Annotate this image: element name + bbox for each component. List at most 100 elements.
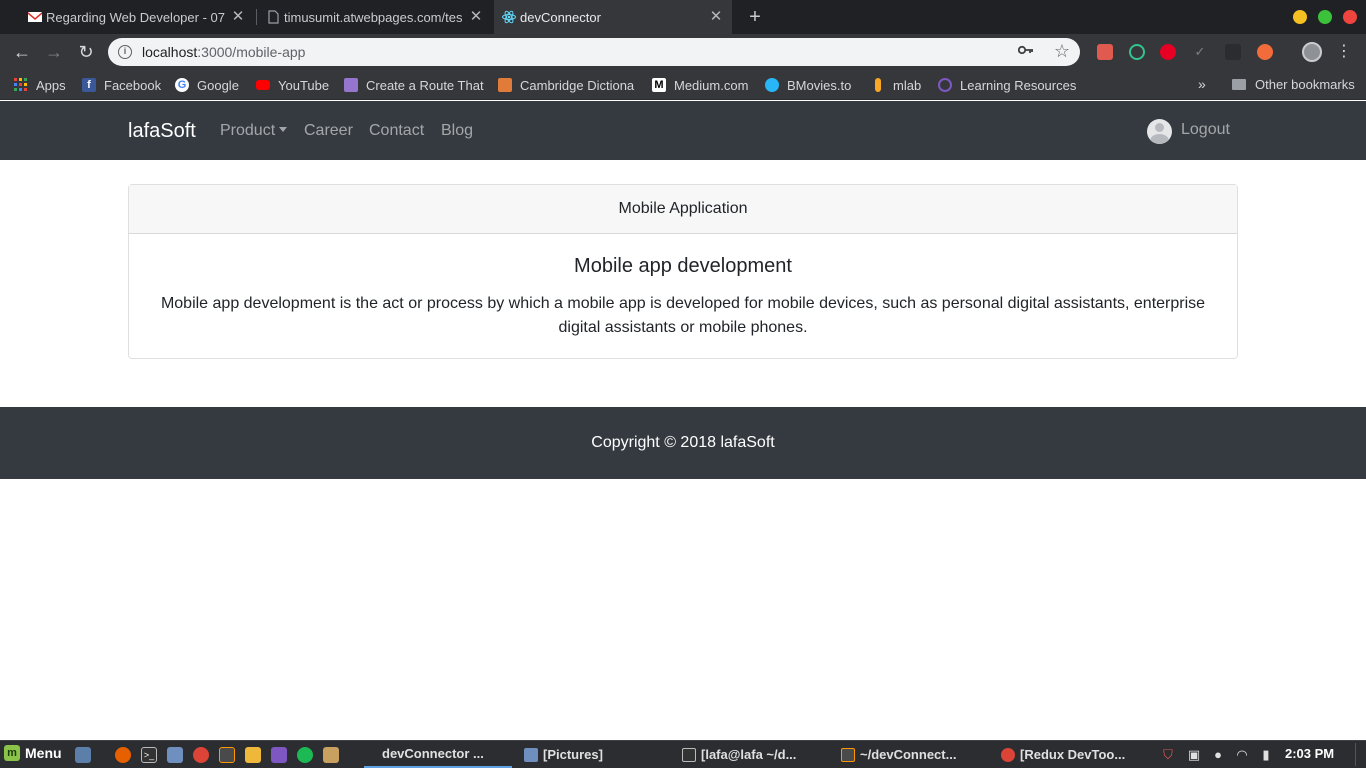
page-icon [266, 10, 280, 24]
maximize-button[interactable] [1318, 10, 1332, 24]
bookmark-label: BMovies.to [787, 77, 852, 93]
bookmark-create-route[interactable]: Create a Route That [344, 77, 484, 93]
bookmark-google[interactable]: G Google [175, 77, 239, 93]
nav-blog[interactable]: Blog [441, 122, 473, 140]
profile-avatar[interactable] [1302, 42, 1322, 62]
key-icon[interactable] [1017, 44, 1034, 59]
bookmark-label: Medium.com [674, 77, 749, 93]
files-icon[interactable] [167, 747, 183, 763]
start-menu-label: Menu [25, 745, 62, 761]
link-icon [938, 78, 952, 92]
folder-icon[interactable] [245, 747, 261, 763]
bookmark-youtube[interactable]: YouTube [256, 77, 329, 93]
task-pictures[interactable]: [Pictures] [518, 741, 668, 768]
apps-grid-icon [14, 78, 28, 92]
tab-devconnector[interactable]: devConnector ✕ [494, 0, 732, 34]
logout-link[interactable]: Logout [1181, 121, 1230, 139]
close-icon[interactable]: ✕ [468, 9, 484, 25]
clipboard-icon[interactable]: ▣ [1186, 747, 1202, 763]
cloud-icon [344, 78, 358, 92]
checkmark-icon[interactable]: ✓ [1192, 44, 1208, 60]
clock[interactable]: 2:03 PM [1285, 746, 1334, 761]
forward-button[interactable]: → [42, 40, 66, 64]
close-window-button[interactable] [1343, 10, 1357, 24]
video-icon[interactable] [271, 747, 287, 763]
back-button[interactable]: ← [10, 40, 34, 64]
url-text[interactable]: localhost:3000/mobile-app [142, 44, 305, 60]
show-desktop-button[interactable] [1355, 743, 1363, 766]
bookmark-learning-resources[interactable]: Learning Resources [938, 77, 1076, 93]
close-icon[interactable]: ✕ [230, 9, 246, 25]
youtube-icon [256, 80, 270, 90]
chrome-icon[interactable] [193, 747, 209, 763]
battery-icon[interactable]: ▮ [1258, 747, 1274, 763]
bookmark-cambridge[interactable]: Cambridge Dictiona [498, 77, 634, 93]
facebook-icon: f [82, 78, 96, 92]
show-desktop-icon[interactable] [75, 747, 91, 763]
tab-title: devConnector [520, 9, 601, 25]
spotify-icon[interactable] [297, 747, 313, 763]
url-path: :3000/mobile-app [197, 44, 306, 60]
address-bar[interactable]: i localhost:3000/mobile-app ☆ [108, 38, 1080, 66]
extension-icon[interactable] [1225, 44, 1241, 60]
bookmark-label: Create a Route That [366, 77, 484, 93]
pinterest-icon[interactable] [1160, 44, 1176, 60]
extension-icon[interactable] [1129, 44, 1145, 60]
bookmark-facebook[interactable]: f Facebook [82, 77, 161, 93]
other-bookmarks-label: Other bookmarks [1255, 77, 1355, 92]
reload-button[interactable]: ↻ [74, 40, 98, 64]
tab-gmail[interactable]: Regarding Web Developer - 07 : ✕ [20, 0, 254, 34]
folder-icon [524, 747, 538, 762]
bookmark-medium[interactable]: M Medium.com [652, 77, 748, 93]
nav-career[interactable]: Career [304, 122, 353, 140]
mlab-icon [875, 78, 881, 92]
firefox-icon[interactable] [115, 747, 131, 763]
bookmark-label: Cambridge Dictiona [520, 77, 635, 93]
tab-title: timusumit.atwebpages.com/test [284, 9, 462, 25]
os-taskbar: m Menu >_ devConnector ... [Pictures] [l… [0, 740, 1366, 768]
start-menu-button[interactable]: m Menu [4, 745, 62, 761]
nav-product-dropdown[interactable]: Product [220, 122, 288, 140]
minimize-button[interactable] [1293, 10, 1307, 24]
task-redux-devtools[interactable]: [Redux DevToo... [995, 741, 1145, 768]
nav-contact[interactable]: Contact [369, 122, 424, 140]
shield-icon[interactable]: ⛉ [1160, 747, 1176, 763]
other-bookmarks[interactable]: Other bookmarks [1232, 77, 1355, 92]
info-icon[interactable]: i [118, 45, 132, 59]
extension-icon[interactable] [1097, 44, 1113, 60]
cambridge-icon [498, 78, 512, 92]
browser-toolbar: ← → ↻ i localhost:3000/mobile-app ☆ ✓ ⋮ [0, 34, 1366, 70]
tab-timusumit[interactable]: timusumit.atwebpages.com/test ✕ [258, 0, 492, 34]
react-icon [502, 10, 516, 24]
bookmark-label: Google [197, 77, 239, 93]
nav-product-label: Product [220, 122, 276, 139]
wifi-icon[interactable]: ◠ [1234, 747, 1250, 763]
bookmark-label: YouTube [278, 77, 330, 93]
bookmark-label: Learning Resources [960, 77, 1077, 93]
brand-logo[interactable]: lafaSoft [128, 120, 196, 143]
task-devconnector[interactable]: devConnector ... [364, 741, 512, 768]
user-icon[interactable]: ● [1210, 747, 1226, 763]
terminal-icon[interactable]: >_ [141, 747, 157, 763]
sublime-icon[interactable] [219, 747, 235, 763]
bookmark-label: Apps [36, 77, 66, 93]
task-terminal[interactable]: [lafa@lafa ~/d... [676, 741, 828, 768]
menu-kebab-icon[interactable]: ⋮ [1336, 42, 1352, 62]
chrome-icon [1001, 747, 1015, 762]
card-title: Mobile app development [574, 255, 792, 277]
mint-logo-icon: m [4, 745, 20, 761]
bookmark-bmovies[interactable]: BMovies.to [765, 77, 851, 93]
close-icon[interactable]: ✕ [708, 9, 724, 25]
image-viewer-icon[interactable] [323, 747, 339, 763]
user-avatar-icon[interactable] [1147, 119, 1172, 144]
task-label: [lafa@lafa ~/d... [701, 747, 797, 762]
bookmark-apps[interactable]: Apps [14, 77, 66, 93]
star-icon[interactable]: ☆ [1054, 41, 1070, 62]
task-sublime[interactable]: ~/devConnect... [835, 741, 990, 768]
bookmark-mlab[interactable]: mlab [871, 77, 921, 93]
new-tab-button[interactable]: + [744, 6, 766, 28]
google-icon: G [175, 78, 189, 92]
more-bookmarks-chevron-icon[interactable]: » [1198, 76, 1206, 92]
task-label: devConnector ... [382, 746, 484, 761]
extension-icon[interactable] [1257, 44, 1273, 60]
